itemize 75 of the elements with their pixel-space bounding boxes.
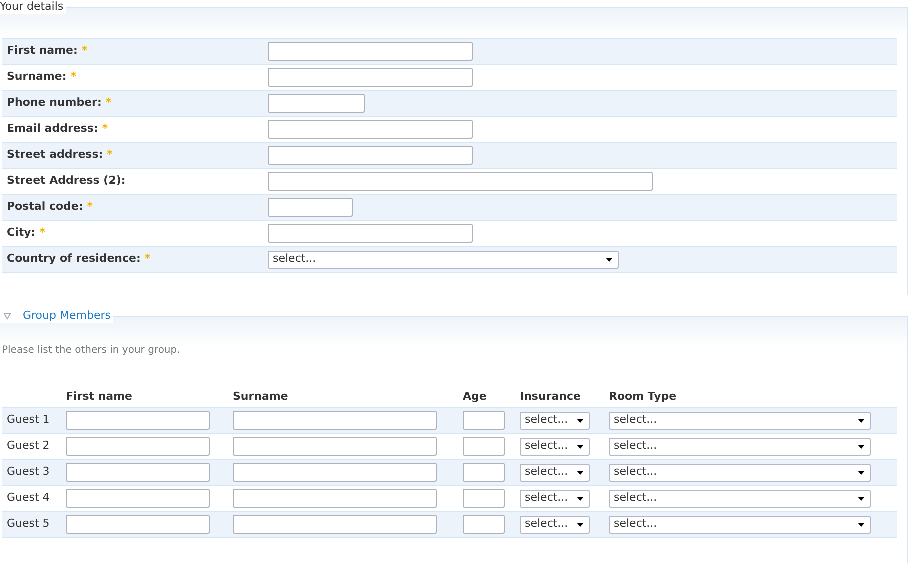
input-field[interactable] — [66, 489, 210, 508]
required-mark: * — [87, 199, 94, 216]
input-field[interactable] — [463, 463, 505, 482]
input-field[interactable] — [268, 68, 473, 87]
column-header: Room Type — [609, 390, 677, 404]
input-field[interactable] — [268, 224, 473, 243]
insurance-dropdown[interactable]: select... — [520, 438, 590, 456]
input-field[interactable] — [66, 515, 210, 534]
input-field[interactable] — [463, 489, 505, 508]
field-label: Street Address (2): — [7, 173, 126, 190]
room-type-dropdown[interactable]: select... — [609, 490, 871, 508]
row-label: Guest 4 — [7, 491, 50, 504]
insurance-dropdown[interactable]: select... — [520, 464, 590, 482]
column-header: Insurance — [520, 390, 581, 404]
input-field[interactable] — [268, 42, 473, 61]
input-field[interactable] — [268, 146, 473, 165]
input-field[interactable] — [268, 120, 473, 139]
field-label: Country of residence: — [7, 251, 141, 268]
required-mark: * — [70, 69, 77, 86]
field-label: City: — [7, 225, 36, 242]
input-field[interactable] — [233, 489, 437, 508]
input-field[interactable] — [268, 172, 653, 191]
room-type-dropdown[interactable]: select... — [609, 438, 871, 456]
caret-icon — [577, 444, 584, 448]
caret-icon — [577, 470, 584, 474]
insurance-dropdown[interactable]: select... — [520, 516, 590, 534]
room-type-dropdown[interactable]: select... — [609, 412, 871, 430]
insurance-dropdown[interactable]: select... — [520, 490, 590, 508]
required-mark: * — [106, 95, 112, 112]
insurance-dropdown[interactable]: select... — [520, 412, 590, 430]
input-field[interactable] — [66, 437, 210, 456]
caret-icon — [577, 522, 584, 526]
required-mark: * — [107, 147, 113, 164]
required-mark: * — [144, 251, 151, 268]
input-field[interactable] — [463, 411, 505, 430]
triangle-icon[interactable] — [4, 312, 11, 320]
required-mark: * — [82, 43, 88, 60]
caret-icon — [858, 496, 865, 500]
section-legend: Your details — [0, 0, 66, 14]
input-field[interactable] — [233, 411, 437, 430]
field-label: Email address: — [7, 121, 98, 138]
caret-icon — [858, 444, 865, 448]
row-label: Guest 1 — [7, 413, 50, 426]
column-header: Age — [463, 390, 487, 404]
field-label: Surname: — [7, 69, 67, 86]
row-label: Guest 2 — [7, 439, 50, 452]
country-dropdown[interactable]: select... — [268, 250, 619, 268]
caret-icon — [858, 418, 865, 422]
row-label: Guest 3 — [7, 465, 50, 478]
column-header: Surname — [233, 390, 288, 404]
field-label: Street address: — [7, 147, 104, 164]
input-field[interactable] — [66, 411, 210, 430]
input-field[interactable] — [268, 94, 365, 113]
row-label: Guest 5 — [7, 517, 50, 530]
input-field[interactable] — [233, 515, 437, 534]
field-label: First name: — [7, 43, 78, 60]
caret-icon — [606, 258, 613, 262]
input-field[interactable] — [233, 463, 437, 482]
caret-icon — [858, 470, 865, 474]
column-header: First name — [66, 390, 133, 404]
input-field[interactable] — [463, 437, 505, 456]
required-mark: * — [40, 225, 46, 242]
input-field[interactable] — [66, 463, 210, 482]
field-label: Postal code: — [7, 199, 84, 216]
caret-icon — [577, 418, 584, 422]
caret-icon — [858, 522, 865, 526]
required-mark: * — [102, 121, 108, 138]
room-type-dropdown[interactable]: select... — [609, 516, 871, 534]
caret-icon — [577, 496, 584, 500]
field-label: Phone number: — [7, 95, 102, 112]
room-type-dropdown[interactable]: select... — [609, 464, 871, 482]
input-field[interactable] — [463, 515, 505, 534]
input-field[interactable] — [268, 198, 353, 217]
section-note: Please list the others in your group. — [1, 344, 182, 358]
input-field[interactable] — [233, 437, 437, 456]
